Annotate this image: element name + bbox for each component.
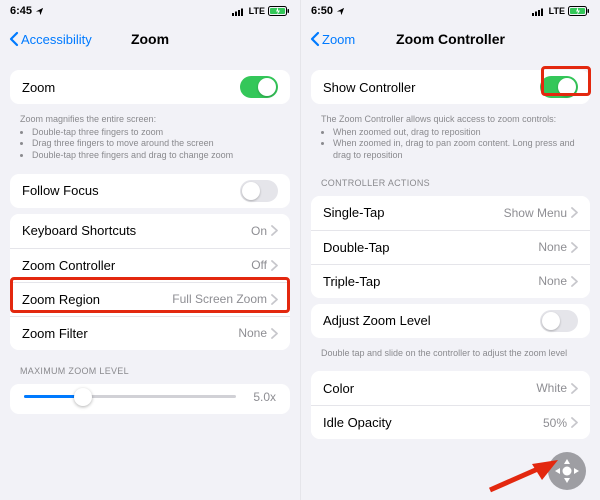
row-label: Triple-Tap [323,274,538,289]
status-bar: 6:45 LTE [0,0,300,22]
screen-zoom: 6:45 LTE Accessibility Zoom Zoom [0,0,300,500]
slider-thumb[interactable] [74,388,92,406]
toggle-show-controller[interactable] [540,76,578,98]
chevron-right-icon [271,225,278,236]
nav-bar: Zoom Zoom Controller [301,22,600,56]
row-label: Single-Tap [323,205,504,220]
row-value: White [536,381,567,395]
back-button[interactable]: Zoom [309,31,355,47]
zoom-description: Zoom magnifies the entire screen: Double… [0,110,300,168]
row-label: Follow Focus [22,183,240,198]
row-zoom-filter[interactable]: Zoom Filter None [10,316,290,350]
row-label: Zoom Filter [22,326,238,341]
row-follow-focus[interactable]: Follow Focus [10,174,290,208]
row-label: Adjust Zoom Level [323,313,540,328]
row-zoom-toggle[interactable]: Zoom [10,70,290,104]
row-double-tap[interactable]: Double-Tap None [311,230,590,264]
row-value: 50% [543,416,567,430]
row-keyboard-shortcuts[interactable]: Keyboard Shortcuts On [10,214,290,248]
status-bar: 6:50 LTE [301,0,600,22]
battery-icon [268,6,290,16]
row-value: None [538,240,567,254]
back-label: Zoom [322,32,355,47]
slider-track[interactable] [24,395,236,398]
location-icon [336,7,345,16]
chevron-right-icon [271,294,278,305]
status-carrier: LTE [249,6,265,16]
row-label: Keyboard Shortcuts [22,223,251,238]
row-value: None [538,274,567,288]
nav-bar: Accessibility Zoom [0,22,300,56]
section-max-zoom: MAXIMUM ZOOM LEVEL [0,356,300,378]
show-controller-description: The Zoom Controller allows quick access … [301,110,600,168]
row-value: Off [251,258,267,272]
row-value: Full Screen Zoom [172,292,267,306]
status-carrier: LTE [549,6,565,16]
row-zoom-controller[interactable]: Zoom Controller Off [10,248,290,282]
row-color[interactable]: Color White [311,371,590,405]
row-label: Zoom [22,80,240,95]
section-controller-actions: CONTROLLER ACTIONS [301,168,600,190]
dpad-icon [552,456,582,486]
annotation-arrow [488,458,558,494]
row-adjust-zoom-level[interactable]: Adjust Zoom Level [311,304,590,338]
signal-icon [232,7,246,16]
row-idle-opacity[interactable]: Idle Opacity 50% [311,405,590,439]
adjust-zoom-description: Double tap and slide on the controller t… [301,344,600,366]
row-label: Zoom Controller [22,258,251,273]
row-label: Color [323,381,536,396]
row-triple-tap[interactable]: Triple-Tap None [311,264,590,298]
back-button[interactable]: Accessibility [8,31,92,47]
toggle-adjust-zoom[interactable] [540,310,578,332]
screen-zoom-controller: 6:50 LTE Zoom Zoom Controller Show Contr… [300,0,600,500]
chevron-right-icon [571,276,578,287]
row-show-controller[interactable]: Show Controller [311,70,590,104]
toggle-zoom[interactable] [240,76,278,98]
chevron-left-icon [8,31,20,47]
status-time: 6:50 [311,5,333,17]
signal-icon [532,7,546,16]
chevron-right-icon [571,242,578,253]
battery-icon [568,6,590,16]
back-label: Accessibility [21,32,92,47]
chevron-right-icon [271,328,278,339]
row-single-tap[interactable]: Single-Tap Show Menu [311,196,590,230]
slider-max-zoom[interactable]: 5.0x [10,384,290,414]
row-value: None [238,326,267,340]
row-label: Zoom Region [22,292,172,307]
row-value: Show Menu [504,206,567,220]
row-zoom-region[interactable]: Zoom Region Full Screen Zoom [10,282,290,316]
status-time: 6:45 [10,5,32,17]
row-label: Show Controller [323,80,540,95]
zoom-controller-widget[interactable] [548,452,586,490]
chevron-right-icon [571,417,578,428]
chevron-right-icon [571,383,578,394]
row-label: Double-Tap [323,240,538,255]
toggle-follow-focus[interactable] [240,180,278,202]
chevron-right-icon [271,260,278,271]
chevron-right-icon [571,207,578,218]
chevron-left-icon [309,31,321,47]
row-label: Idle Opacity [323,415,543,430]
row-value: On [251,224,267,238]
slider-value: 5.0x [244,390,276,404]
location-icon [35,7,44,16]
